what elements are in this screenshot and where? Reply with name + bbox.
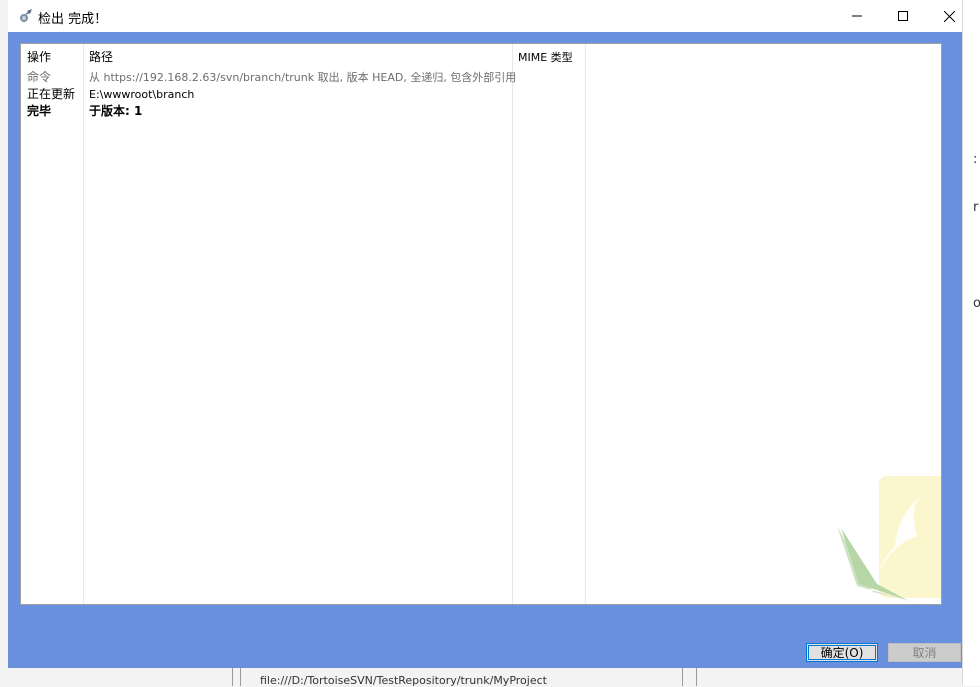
tortoisesvn-app-icon <box>20 9 32 22</box>
background-window-edge: : r o <box>962 0 980 686</box>
background-divider <box>232 668 233 686</box>
close-button[interactable] <box>926 0 972 32</box>
row-action[interactable]: 命令 <box>27 69 51 86</box>
row-path[interactable]: E:\wwwroot\branch <box>89 86 194 103</box>
window-title: 检出 完成！ <box>38 12 108 27</box>
row-action[interactable]: 正在更新 <box>27 86 75 103</box>
checkout-complete-dialog: 检出 完成！ 操作 路径 MIME 类型 命令 从 https://192.16… <box>8 0 962 668</box>
row-path[interactable]: 从 https://192.168.2.63/svn/branch/trunk … <box>89 69 516 86</box>
column-header-action[interactable]: 操作 <box>27 49 51 66</box>
background-window-strip: file:///D:/TortoiseSVN/TestRepository/tr… <box>0 668 962 687</box>
minimize-button[interactable] <box>834 0 880 32</box>
column-divider <box>512 44 513 604</box>
maximize-button[interactable] <box>880 0 926 32</box>
background-url-text: file:///D:/TortoiseSVN/TestRepository/tr… <box>260 674 547 687</box>
results-list[interactable]: 操作 路径 MIME 类型 命令 从 https://192.168.2.63/… <box>20 43 942 605</box>
column-header-mime[interactable]: MIME 类型 <box>518 49 573 66</box>
background-glyph: : <box>973 152 978 167</box>
background-divider <box>696 668 697 686</box>
minimize-icon <box>852 15 862 17</box>
ok-button[interactable]: 确定(O) <box>806 643 878 662</box>
maximize-icon <box>898 11 908 21</box>
cancel-button[interactable]: 取消 <box>888 643 961 662</box>
background-divider <box>682 668 683 686</box>
tortoisesvn-watermark-logo <box>837 476 941 602</box>
close-icon <box>943 10 955 22</box>
title-bar[interactable]: 检出 完成！ <box>8 0 962 32</box>
row-path[interactable]: 于版本: 1 <box>89 103 142 120</box>
column-divider <box>585 44 586 604</box>
column-header-path[interactable]: 路径 <box>89 49 113 66</box>
background-divider <box>240 668 241 686</box>
row-action[interactable]: 完毕 <box>27 103 51 120</box>
background-glyph: o <box>973 296 980 311</box>
column-divider <box>83 44 84 604</box>
background-glyph: r <box>973 200 979 215</box>
